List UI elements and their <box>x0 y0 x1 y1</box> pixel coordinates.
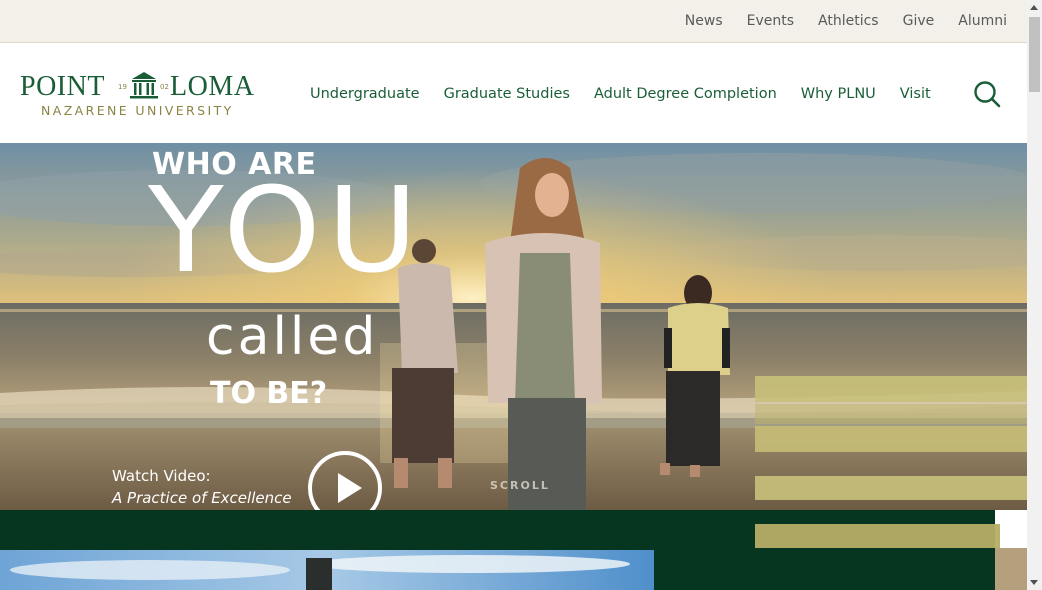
scroll-indicator[interactable]: SCROLL <box>490 479 550 492</box>
scrollbar-thumb[interactable] <box>1029 17 1040 92</box>
nav-why-plnu[interactable]: Why PLNU <box>801 86 876 102</box>
main-nav: Undergraduate Graduate Studies Adult Deg… <box>310 86 955 102</box>
logo-year-right: 02 <box>160 83 169 91</box>
utility-link-athletics[interactable]: Athletics <box>818 13 879 29</box>
logo-year-left: 19 <box>118 83 127 91</box>
main-header: POINT LOMA 19 02 NAZARENE UNIVERSITY Und… <box>0 43 1027 143</box>
utility-link-give[interactable]: Give <box>903 13 935 29</box>
nav-visit[interactable]: Visit <box>900 86 931 102</box>
utility-link-alumni[interactable]: Alumni <box>958 13 1007 29</box>
logo-wordmark: POINT LOMA <box>20 71 254 103</box>
page-scrollbar[interactable] <box>1027 0 1042 590</box>
logo-word-point: POINT <box>20 71 105 102</box>
watch-video-label: Watch Video: <box>112 467 211 485</box>
hero-banner: WHO ARE YOU called TO BE? Watch Video: A… <box>0 143 1027 510</box>
play-icon <box>338 473 362 503</box>
watch-video-title[interactable]: A Practice of Excellence <box>112 489 292 507</box>
scroll-up-arrow-icon[interactable] <box>1027 0 1042 15</box>
dark-green-panel <box>654 550 995 590</box>
utility-link-news[interactable]: News <box>685 13 723 29</box>
building-icon: 19 02 <box>118 71 170 101</box>
nav-adult-degree-completion[interactable]: Adult Degree Completion <box>594 86 777 102</box>
hero-headline-to-be: TO BE? <box>210 376 328 411</box>
logo-subtitle: NAZARENE UNIVERSITY <box>41 103 234 118</box>
scroll-down-arrow-icon[interactable] <box>1027 575 1042 590</box>
utility-nav: News Events Athletics Give Alumni <box>0 0 1027 43</box>
campus-photo <box>0 550 654 590</box>
utility-link-events[interactable]: Events <box>747 13 794 29</box>
search-icon[interactable] <box>972 80 1002 110</box>
university-logo[interactable]: POINT LOMA 19 02 NAZARENE UNIVERSITY <box>20 71 265 121</box>
dark-green-band <box>0 510 995 550</box>
hero-headline-called: called <box>206 307 379 367</box>
nav-graduate-studies[interactable]: Graduate Studies <box>444 86 570 102</box>
nav-undergraduate[interactable]: Undergraduate <box>310 86 420 102</box>
hero-headline-you: YOU <box>148 161 425 299</box>
logo-word-loma: LOMA <box>170 71 255 102</box>
